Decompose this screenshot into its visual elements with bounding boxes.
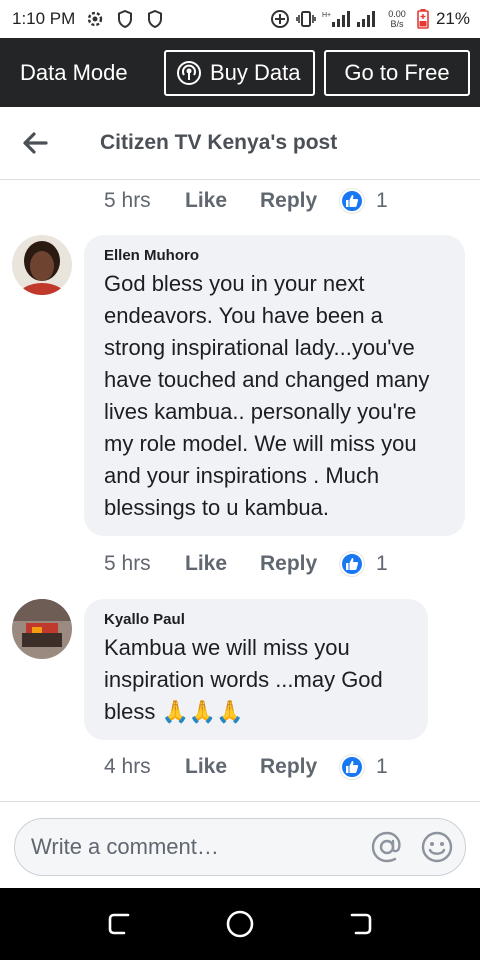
recents-icon <box>106 910 134 938</box>
comment-composer[interactable] <box>14 818 466 876</box>
vibrate-icon <box>296 9 316 29</box>
recents-button[interactable] <box>60 888 180 960</box>
settings-gear-icon <box>85 9 105 29</box>
home-circle-icon <box>225 909 255 939</box>
back-button[interactable] <box>0 113 70 173</box>
reply-button[interactable]: Reply <box>260 189 340 213</box>
go-to-free-label: Go to Free <box>344 59 450 85</box>
comment-bubble[interactable]: Kyallo Paul Kambua we will miss you insp… <box>84 599 428 740</box>
battery-percent: 21% <box>435 9 470 28</box>
like-button[interactable]: Like <box>185 755 260 779</box>
reply-button[interactable]: Reply <box>260 755 340 779</box>
like-reaction-icon[interactable] <box>340 552 364 576</box>
avatar[interactable] <box>12 599 72 659</box>
data-saver-icon <box>270 9 290 29</box>
network-speed: 0.00 B/s <box>388 9 406 29</box>
system-nav-bar <box>0 888 480 960</box>
comment-author[interactable]: Ellen Muhoro <box>104 247 445 264</box>
reaction-count[interactable]: 1 <box>376 552 388 576</box>
comment-text: God bless you in your next endeavors. Yo… <box>104 271 430 520</box>
comments-list: 5 hrs Like Reply 1 Ellen Muhoro God bles… <box>0 181 480 801</box>
comment-time[interactable]: 4 hrs <box>104 755 185 779</box>
data-mode-bar: Data Mode Buy Data Go to Free <box>0 38 480 107</box>
comment-bubble[interactable]: Ellen Muhoro God bless you in your next … <box>84 235 465 536</box>
data-mode-label: Data Mode <box>20 59 128 85</box>
like-button[interactable]: Like <box>185 189 260 213</box>
comment-actions: 4 hrs Like Reply 1 <box>104 747 388 787</box>
comment-text: Kambua we will miss you inspiration word… <box>104 635 383 724</box>
svg-text:H+: H+ <box>322 12 331 19</box>
signal-hplus-icon: H+ <box>322 9 350 29</box>
reaction-count[interactable]: 1 <box>376 755 388 779</box>
back-nav-button[interactable] <box>300 888 420 960</box>
reaction-count[interactable]: 1 <box>376 189 388 213</box>
comment-time[interactable]: 5 hrs <box>104 189 185 213</box>
back-nav-icon <box>346 910 374 938</box>
comment-actions: 5 hrs Like Reply 1 <box>104 544 388 584</box>
buy-data-label: Buy Data <box>210 59 301 85</box>
battery-icon <box>416 9 430 29</box>
status-bar: 1:10 PM H+ 0.00 B/s 21% <box>0 0 480 38</box>
home-button[interactable] <box>180 888 300 960</box>
comment-composer-bar <box>0 801 480 888</box>
signal-icon <box>356 9 378 29</box>
like-button[interactable]: Like <box>185 552 260 576</box>
comment-actions: 5 hrs Like Reply 1 <box>104 181 388 221</box>
comment-input[interactable] <box>31 834 355 860</box>
avatar[interactable] <box>12 235 72 295</box>
reply-button[interactable]: Reply <box>260 552 340 576</box>
comment-author[interactable]: Kyallo Paul <box>104 611 408 628</box>
buy-data-button[interactable]: Buy Data <box>164 49 315 96</box>
like-reaction-icon[interactable] <box>340 189 364 213</box>
page-title: Citizen TV Kenya's post <box>100 131 338 154</box>
mention-icon[interactable] <box>369 829 405 865</box>
go-to-free-button[interactable]: Go to Free <box>324 49 470 96</box>
emoji-icon[interactable] <box>419 829 455 865</box>
shield-icon <box>145 9 165 29</box>
back-arrow-icon <box>22 132 48 154</box>
comment-time[interactable]: 5 hrs <box>104 552 185 576</box>
status-time: 1:10 PM <box>12 9 76 28</box>
like-reaction-icon[interactable] <box>340 755 364 779</box>
shield-icon <box>115 9 135 29</box>
broadcast-icon <box>176 60 202 86</box>
post-header: Citizen TV Kenya's post <box>0 107 480 180</box>
